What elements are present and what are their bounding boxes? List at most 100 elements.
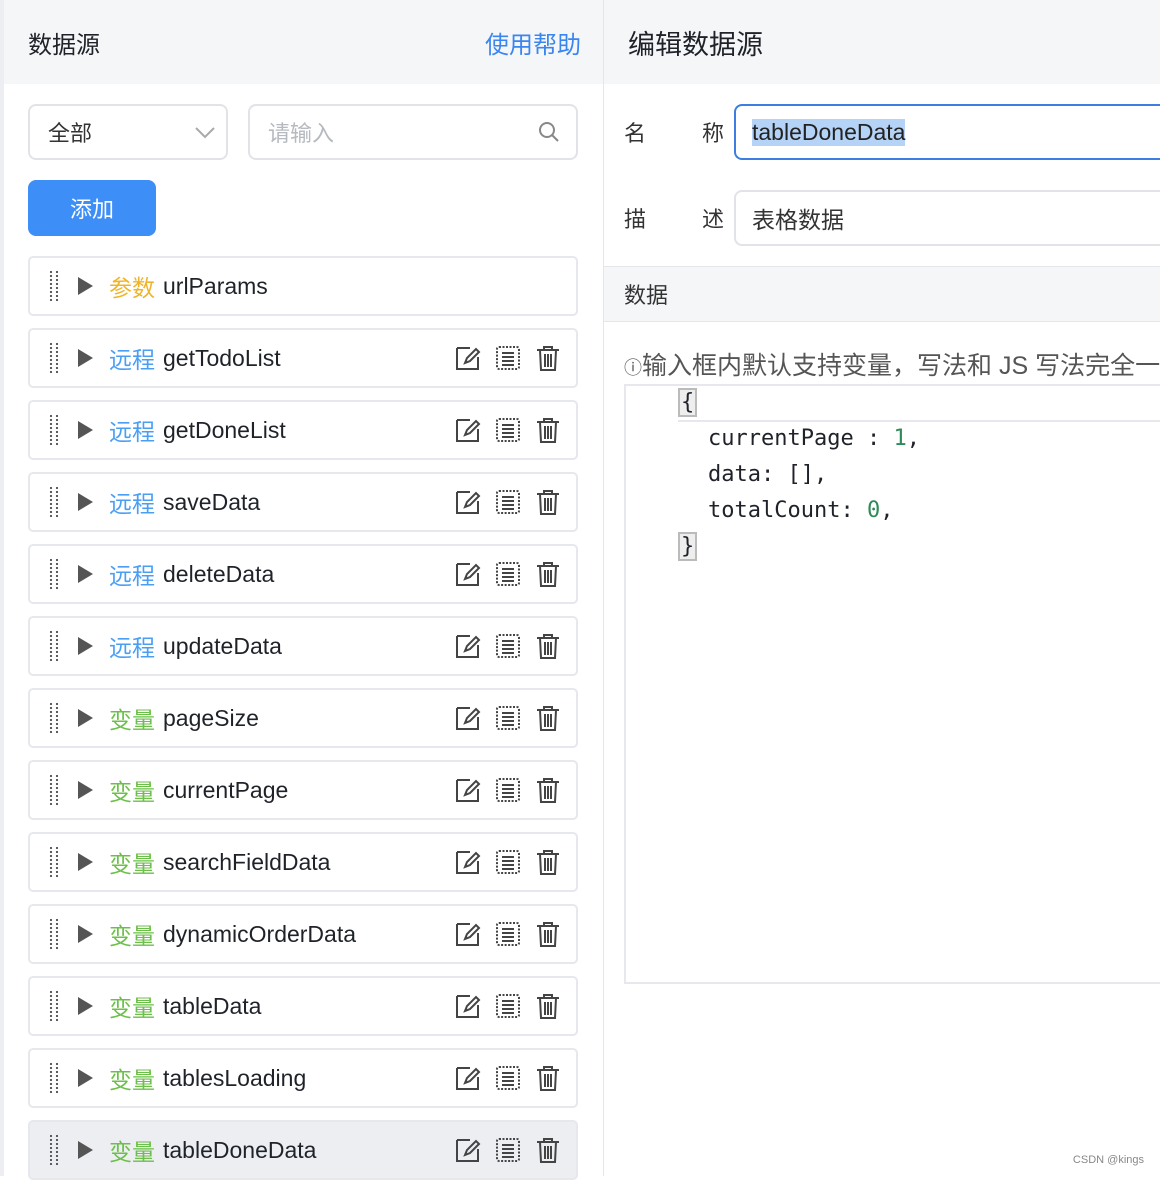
copy-icon[interactable] (494, 776, 522, 804)
expand-arrow-icon[interactable] (78, 1141, 93, 1159)
datasource-item[interactable]: 变量 tablesLoading (28, 1048, 578, 1108)
data-section-header: 数据 (604, 266, 1160, 322)
edit-icon[interactable] (454, 920, 482, 948)
datasource-item[interactable]: 变量 tableData (28, 976, 578, 1036)
trash-icon[interactable] (534, 848, 562, 876)
search-input[interactable]: 请输入 (248, 104, 578, 160)
drag-handle-icon[interactable] (48, 486, 60, 518)
datasource-item[interactable]: 变量 tableDoneData (28, 1120, 578, 1180)
drag-handle-icon[interactable] (48, 270, 60, 302)
datasource-panel: 数据源 使用帮助 全部 请输入 添加 参数 urlParams 远程 getTodoL… (0, 0, 604, 1180)
expand-arrow-icon[interactable] (78, 853, 93, 871)
help-link[interactable]: 使用帮助 (485, 25, 581, 60)
trash-icon[interactable] (534, 1136, 562, 1164)
name-row: 名 称 tableDoneData (624, 104, 1160, 160)
copy-icon[interactable] (494, 488, 522, 516)
trash-icon[interactable] (534, 920, 562, 948)
trash-icon[interactable] (534, 776, 562, 804)
close-brace: } (678, 532, 698, 561)
copy-icon[interactable] (494, 344, 522, 372)
drag-handle-icon[interactable] (48, 414, 60, 446)
edit-icon[interactable] (454, 992, 482, 1020)
datasource-item[interactable]: 远程 deleteData (28, 544, 578, 604)
datasource-item[interactable]: 远程 saveData (28, 472, 578, 532)
datasource-item[interactable]: 变量 searchFieldData (28, 832, 578, 892)
item-type-tag: 远程 (109, 419, 155, 445)
name-input[interactable]: tableDoneData (734, 104, 1160, 160)
datasource-item[interactable]: 变量 pageSize (28, 688, 578, 748)
edit-icon[interactable] (454, 488, 482, 516)
expand-arrow-icon[interactable] (78, 709, 93, 727)
trash-icon[interactable] (534, 992, 562, 1020)
expand-arrow-icon[interactable] (78, 277, 93, 295)
item-type-tag: 远程 (109, 491, 155, 517)
expand-arrow-icon[interactable] (78, 565, 93, 583)
edit-icon[interactable] (454, 776, 482, 804)
expand-arrow-icon[interactable] (78, 421, 93, 439)
drag-handle-icon[interactable] (48, 1134, 60, 1166)
copy-icon[interactable] (494, 416, 522, 444)
copy-icon[interactable] (494, 1064, 522, 1092)
trash-icon[interactable] (534, 344, 562, 372)
copy-icon[interactable] (494, 920, 522, 948)
item-name: currentPage (163, 776, 289, 803)
drag-handle-icon[interactable] (48, 918, 60, 950)
copy-icon[interactable] (494, 992, 522, 1020)
desc-input[interactable]: 表格数据 (734, 190, 1160, 246)
edit-icon[interactable] (454, 704, 482, 732)
edit-icon[interactable] (454, 1064, 482, 1092)
expand-arrow-icon[interactable] (78, 349, 93, 367)
copy-icon[interactable] (494, 560, 522, 588)
edit-icon[interactable] (454, 416, 482, 444)
trash-icon[interactable] (534, 1064, 562, 1092)
trash-icon[interactable] (534, 416, 562, 444)
item-actions (454, 632, 562, 660)
type-filter-select[interactable]: 全部 (28, 104, 228, 160)
expand-arrow-icon[interactable] (78, 1069, 93, 1087)
datasource-item[interactable]: 远程 getTodoList (28, 328, 578, 388)
trash-icon[interactable] (534, 632, 562, 660)
copy-icon[interactable] (494, 848, 522, 876)
expand-arrow-icon[interactable] (78, 637, 93, 655)
edit-icon[interactable] (454, 632, 482, 660)
edit-icon[interactable] (454, 560, 482, 588)
drag-handle-icon[interactable] (48, 846, 60, 878)
drag-handle-icon[interactable] (48, 1062, 60, 1094)
edit-icon[interactable] (454, 848, 482, 876)
drag-handle-icon[interactable] (48, 990, 60, 1022)
desc-row: 描 述 表格数据 (624, 190, 1160, 246)
datasource-item[interactable]: 变量 currentPage (28, 760, 578, 820)
expand-arrow-icon[interactable] (78, 925, 93, 943)
drag-handle-icon[interactable] (48, 774, 60, 806)
expand-arrow-icon[interactable] (78, 997, 93, 1015)
copy-icon[interactable] (494, 632, 522, 660)
copy-icon[interactable] (494, 704, 522, 732)
trash-icon[interactable] (534, 560, 562, 588)
item-name: urlParams (163, 272, 268, 299)
panel-header: 数据源 使用帮助 (4, 0, 603, 84)
edit-icon[interactable] (454, 344, 482, 372)
item-type-tag: 远程 (109, 563, 155, 589)
item-name: deleteData (163, 560, 275, 587)
item-type-tag: 变量 (109, 923, 155, 949)
datasource-item[interactable]: 变量 dynamicOrderData (28, 904, 578, 964)
edit-icon[interactable] (454, 1136, 482, 1164)
drag-handle-icon[interactable] (48, 558, 60, 590)
drag-handle-icon[interactable] (48, 342, 60, 374)
datasource-item[interactable]: 远程 getDoneList (28, 400, 578, 460)
code-editor[interactable]: { currentPage : 1, data: [], totalCount:… (624, 384, 1160, 984)
trash-icon[interactable] (534, 704, 562, 732)
expand-arrow-icon[interactable] (78, 493, 93, 511)
item-actions (454, 1136, 562, 1164)
item-actions (454, 704, 562, 732)
item-name: searchFieldData (163, 848, 331, 875)
datasource-item[interactable]: 远程 updateData (28, 616, 578, 676)
search-placeholder: 请输入 (268, 121, 335, 146)
datasource-item[interactable]: 参数 urlParams (28, 256, 578, 316)
drag-handle-icon[interactable] (48, 702, 60, 734)
expand-arrow-icon[interactable] (78, 781, 93, 799)
copy-icon[interactable] (494, 1136, 522, 1164)
trash-icon[interactable] (534, 488, 562, 516)
add-button[interactable]: 添加 (28, 180, 156, 236)
drag-handle-icon[interactable] (48, 630, 60, 662)
